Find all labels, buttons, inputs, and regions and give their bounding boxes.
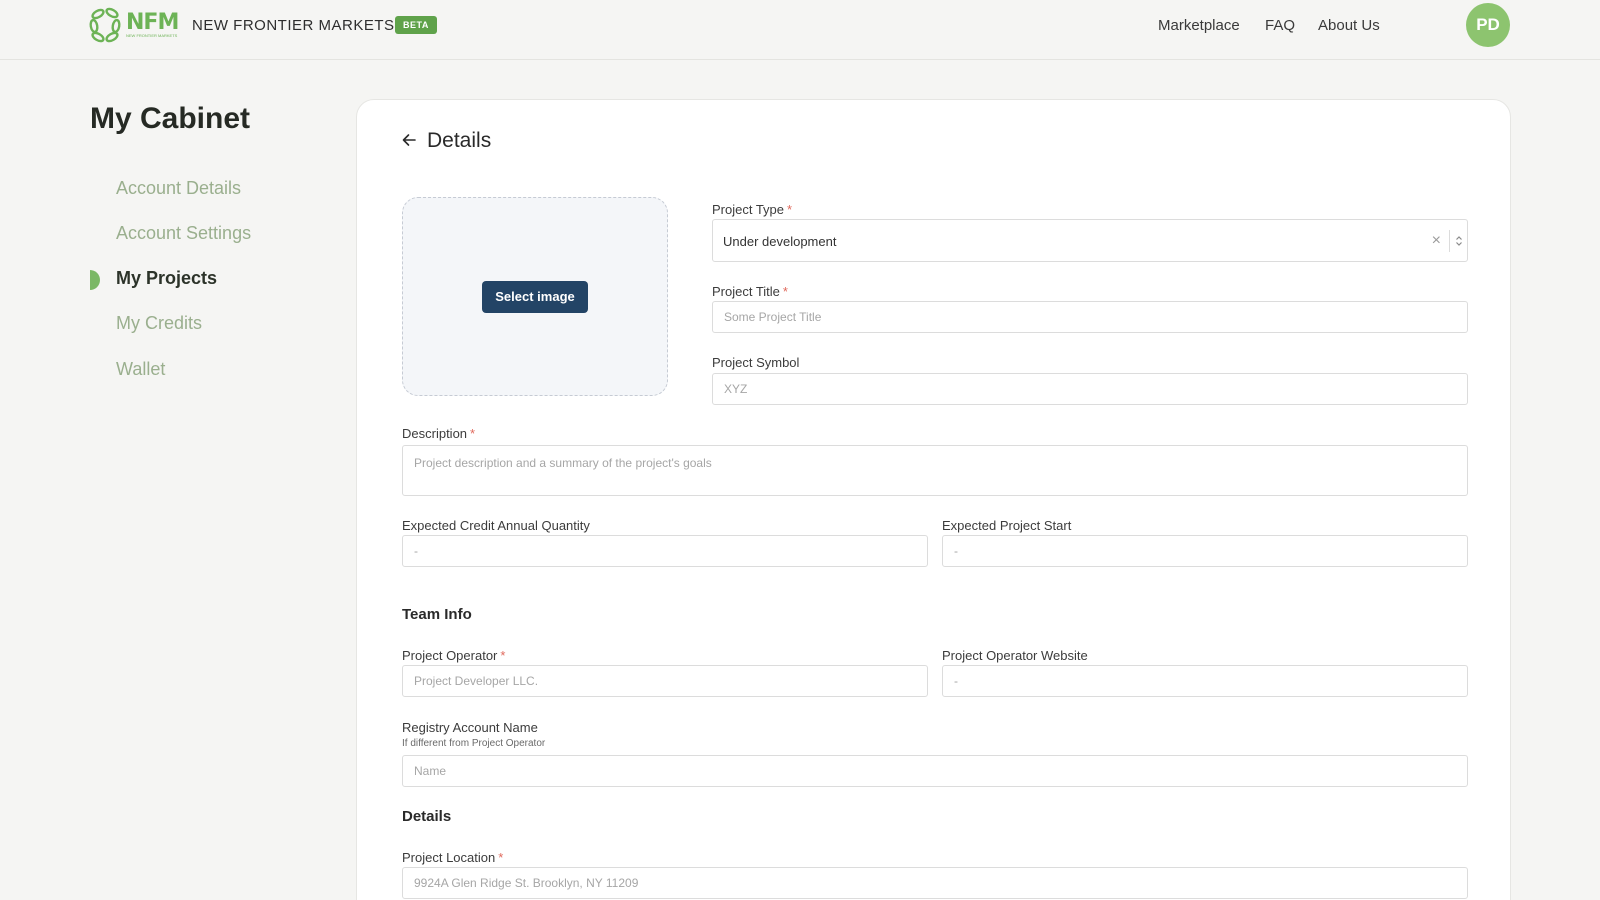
project-title-input[interactable] — [712, 301, 1468, 333]
project-type-value: Under development — [723, 234, 837, 249]
project-location-label: Project Location * — [402, 850, 504, 865]
active-indicator — [90, 270, 100, 290]
registry-name-hint: If different from Project Operator — [402, 738, 546, 749]
sidebar-item-my-credits[interactable]: My Credits — [116, 313, 202, 334]
registry-name-label: Registry Account Name — [402, 720, 538, 735]
annual-quantity-label: Expected Credit Annual Quantity — [402, 518, 590, 533]
sidebar-item-account-details[interactable]: Account Details — [116, 178, 241, 199]
nav-marketplace[interactable]: Marketplace — [1158, 17, 1240, 34]
leaf-wreath-icon — [89, 7, 121, 43]
top-header: NFM NEW FRONTIER MARKETS NEW FRONTIER MA… — [0, 0, 1600, 60]
team-info-heading: Team Info — [402, 606, 472, 623]
sidebar-item-my-projects[interactable]: My Projects — [116, 268, 217, 289]
chevron-updown-icon[interactable] — [1455, 235, 1463, 247]
details-section-heading: Details — [402, 808, 452, 825]
logo-tagline: NEW FRONTIER MARKETS — [126, 34, 178, 37]
project-operator-input[interactable] — [402, 665, 928, 697]
logo-letters: NFM — [126, 10, 179, 35]
nav-faq[interactable]: FAQ — [1265, 17, 1295, 34]
description-textarea[interactable] — [402, 445, 1468, 496]
select-image-button[interactable]: Select image — [482, 281, 588, 313]
nfm-logo[interactable]: NFM NEW FRONTIER MARKETS — [88, 6, 180, 44]
project-start-input[interactable] — [942, 535, 1468, 567]
project-title-label: Project Title * — [712, 284, 788, 299]
select-divider — [1449, 230, 1450, 252]
clear-icon[interactable]: × — [1432, 233, 1441, 249]
project-type-select[interactable]: Under development × — [712, 219, 1468, 262]
annual-quantity-input[interactable] — [402, 535, 928, 567]
project-start-label: Expected Project Start — [942, 518, 1072, 533]
user-avatar[interactable]: PD — [1466, 3, 1510, 47]
beta-badge: BETA — [395, 16, 437, 34]
project-symbol-label: Project Symbol — [712, 355, 800, 370]
brand-name[interactable]: NEW FRONTIER MARKETS — [192, 17, 395, 34]
project-symbol-input[interactable] — [712, 373, 1468, 405]
description-label: Description * — [402, 426, 476, 441]
nav-about-us[interactable]: About Us — [1318, 17, 1380, 34]
project-location-input[interactable] — [402, 867, 1468, 899]
operator-website-input[interactable] — [942, 665, 1468, 697]
operator-website-label: Project Operator Website — [942, 648, 1088, 663]
project-type-label: Project Type * — [712, 202, 793, 217]
sidebar-item-account-settings[interactable]: Account Settings — [116, 223, 251, 244]
details-heading: Details — [427, 129, 492, 152]
project-operator-label: Project Operator * — [402, 648, 506, 663]
page-title: My Cabinet — [90, 102, 251, 135]
sidebar-item-wallet[interactable]: Wallet — [116, 359, 165, 380]
registry-name-input[interactable] — [402, 755, 1468, 787]
back-arrow-icon[interactable] — [401, 132, 417, 148]
